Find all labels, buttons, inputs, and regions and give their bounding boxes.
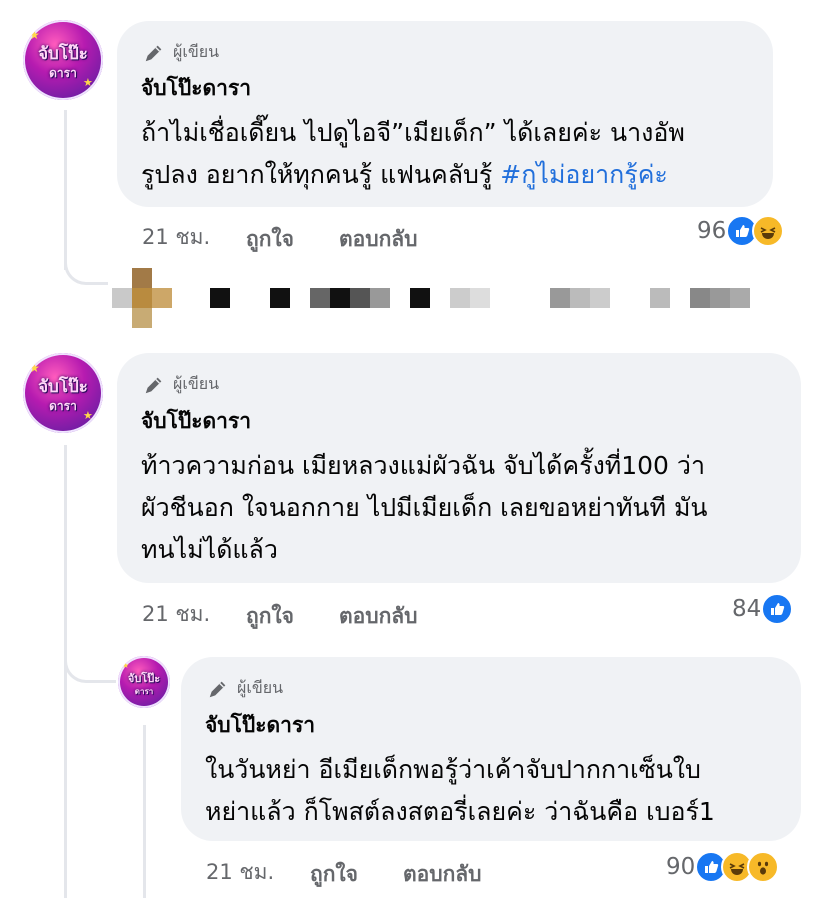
author-badge-label: ผู้เขียน [237, 678, 284, 697]
like-button[interactable]: ถูกใจ [246, 600, 294, 633]
comment-author[interactable]: จับโป๊ะดารา [141, 405, 251, 438]
author-badge: ผู้เขียน [143, 372, 219, 397]
reaction-count: 84 [732, 596, 762, 622]
reaction-count: 90 [666, 854, 696, 880]
avatar-text-bottom: ดารา [49, 66, 77, 80]
author-badge: ผู้เขียน [207, 676, 283, 701]
like-button[interactable]: ถูกใจ [246, 223, 294, 256]
comment-text: ในวันหย่า อีเมียเด็กพอรู้ว่าเค้าจับปากกา… [205, 749, 715, 833]
comment-line: รูปลง อยากให้ทุกคนรู้ แฟนคลับรู้ [141, 160, 501, 189]
thread-connector [64, 255, 108, 285]
comment-line: ท้าวความก่อน เมียหลวงแม่ผัวฉัน จับได้ครั… [141, 451, 705, 480]
reaction-count: 96 [697, 218, 727, 244]
avatar[interactable]: ★ ★ จับโป๊ะ ดารา [23, 353, 103, 433]
hashtag-link[interactable]: #กูไม่อยากรู้ค่ะ [500, 160, 668, 189]
comment-line: หย่าแล้ว ก็โพสต์ลงสตอรี่เลยค่ะ ว่าฉันคือ… [205, 797, 715, 826]
reply-button[interactable]: ตอบกลับ [339, 223, 418, 256]
pencil-icon [209, 681, 226, 697]
thread-connector [64, 655, 116, 683]
reply-button[interactable]: ตอบกลับ [339, 600, 418, 633]
pencil-icon [145, 377, 162, 393]
comment-line: ผัวชีนอก ใจนอกกาย ไปมีเมียเด็ก เลยขอหย่า… [141, 493, 708, 522]
comment-time[interactable]: 21 ชม. [142, 598, 210, 631]
reaction-summary[interactable]: 90 [666, 851, 780, 883]
comment-text: ท้าวความก่อน เมียหลวงแม่ผัวฉัน จับได้ครั… [141, 445, 708, 571]
thread-line [64, 110, 67, 270]
pencil-icon [145, 45, 162, 61]
haha-reaction-icon [752, 215, 785, 247]
avatar-text-top: จับโป๊ะ [38, 377, 88, 397]
thread-line [143, 725, 146, 898]
comment-line: ในวันหย่า อีเมียเด็กพอรู้ว่าเค้าจับปากกา… [205, 755, 701, 784]
reaction-summary[interactable]: 96 [697, 215, 785, 247]
avatar[interactable]: ★ ★ จับโป๊ะ ดารา [23, 20, 103, 100]
comment-time[interactable]: 21 ชม. [206, 856, 274, 889]
comment-author[interactable]: จับโป๊ะดารา [205, 709, 315, 742]
author-badge: ผู้เขียน [143, 40, 219, 65]
author-badge-label: ผู้เขียน [173, 374, 220, 393]
author-badge-label: ผู้เขียน [173, 42, 220, 61]
avatar[interactable]: ★ จับโป๊ะ ดารา [118, 656, 170, 708]
reply-button[interactable]: ตอบกลับ [403, 858, 482, 891]
comment-line: ทนไม่ได้แล้ว [141, 535, 278, 564]
comment-author[interactable]: จับโป๊ะดารา [141, 72, 251, 105]
comment-time[interactable]: 21 ชม. [142, 221, 210, 254]
avatar-text-bottom: ดารา [134, 687, 154, 696]
comment-line: ถ้าไม่เชื่อเดี๊ยน ไปดูไอจี”เมียเด็ก” ได้… [141, 118, 685, 147]
like-reaction-icon [761, 593, 794, 625]
avatar-text-bottom: ดารา [49, 399, 77, 413]
comment-text: ถ้าไม่เชื่อเดี๊ยน ไปดูไอจี”เมียเด็ก” ได้… [141, 112, 685, 196]
like-button[interactable]: ถูกใจ [310, 858, 358, 891]
wow-reaction-icon [747, 851, 780, 883]
avatar-text-top: จับโป๊ะ [38, 44, 88, 64]
reaction-summary[interactable]: 84 [732, 593, 794, 625]
